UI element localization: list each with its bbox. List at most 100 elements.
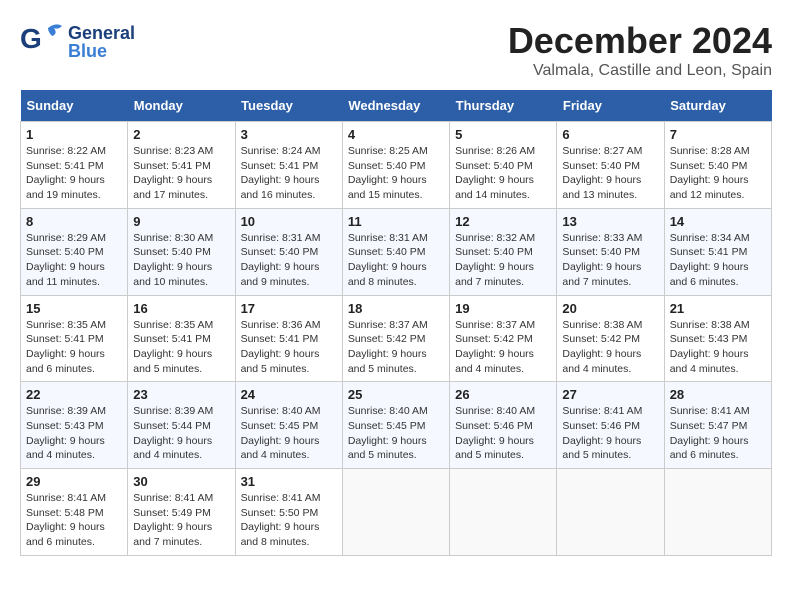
day-number: 1 [26, 127, 122, 142]
day-number: 19 [455, 301, 551, 316]
table-row: 9 Sunrise: 8:30 AM Sunset: 5:40 PM Dayli… [128, 208, 235, 295]
sunset-text: Sunset: 5:42 PM [562, 333, 640, 345]
day-number: 24 [241, 387, 337, 402]
sunrise-text: Sunrise: 8:32 AM [455, 232, 535, 244]
daylight-text: Daylight: 9 hours and 11 minutes. [26, 261, 105, 288]
day-number: 26 [455, 387, 551, 402]
daylight-text: Daylight: 9 hours and 4 minutes. [241, 435, 320, 462]
table-row: 11 Sunrise: 8:31 AM Sunset: 5:40 PM Dayl… [342, 208, 449, 295]
day-number: 14 [670, 214, 766, 229]
sunrise-text: Sunrise: 8:31 AM [348, 232, 428, 244]
sunrise-text: Sunrise: 8:28 AM [670, 145, 750, 157]
sunset-text: Sunset: 5:40 PM [455, 246, 533, 258]
sunset-text: Sunset: 5:42 PM [348, 333, 426, 345]
calendar-week-row: 22 Sunrise: 8:39 AM Sunset: 5:43 PM Dayl… [21, 382, 772, 469]
daylight-text: Daylight: 9 hours and 17 minutes. [133, 174, 212, 201]
table-row: 25 Sunrise: 8:40 AM Sunset: 5:45 PM Dayl… [342, 382, 449, 469]
sunset-text: Sunset: 5:44 PM [133, 420, 211, 432]
day-info: Sunrise: 8:31 AM Sunset: 5:40 PM Dayligh… [241, 231, 337, 290]
sunset-text: Sunset: 5:49 PM [133, 507, 211, 519]
day-number: 25 [348, 387, 444, 402]
day-number: 17 [241, 301, 337, 316]
header-friday: Friday [557, 90, 664, 122]
sunrise-text: Sunrise: 8:40 AM [241, 405, 321, 417]
table-row: 15 Sunrise: 8:35 AM Sunset: 5:41 PM Dayl… [21, 295, 128, 382]
calendar-week-row: 1 Sunrise: 8:22 AM Sunset: 5:41 PM Dayli… [21, 122, 772, 209]
day-info: Sunrise: 8:41 AM Sunset: 5:46 PM Dayligh… [562, 404, 658, 463]
daylight-text: Daylight: 9 hours and 6 minutes. [670, 435, 749, 462]
sunrise-text: Sunrise: 8:39 AM [26, 405, 106, 417]
day-info: Sunrise: 8:38 AM Sunset: 5:43 PM Dayligh… [670, 318, 766, 377]
table-row: 29 Sunrise: 8:41 AM Sunset: 5:48 PM Dayl… [21, 469, 128, 556]
sunset-text: Sunset: 5:41 PM [133, 333, 211, 345]
day-number: 21 [670, 301, 766, 316]
sunset-text: Sunset: 5:41 PM [241, 160, 319, 172]
sunset-text: Sunset: 5:43 PM [670, 333, 748, 345]
table-row: 21 Sunrise: 8:38 AM Sunset: 5:43 PM Dayl… [664, 295, 771, 382]
title-area: December 2024 Valmala, Castille and Leon… [508, 20, 772, 80]
sunset-text: Sunset: 5:40 PM [562, 246, 640, 258]
sunset-text: Sunset: 5:41 PM [241, 333, 319, 345]
day-number: 23 [133, 387, 229, 402]
day-info: Sunrise: 8:39 AM Sunset: 5:44 PM Dayligh… [133, 404, 229, 463]
sunrise-text: Sunrise: 8:26 AM [455, 145, 535, 157]
day-info: Sunrise: 8:29 AM Sunset: 5:40 PM Dayligh… [26, 231, 122, 290]
sunset-text: Sunset: 5:41 PM [26, 160, 104, 172]
sunrise-text: Sunrise: 8:22 AM [26, 145, 106, 157]
sunrise-text: Sunrise: 8:23 AM [133, 145, 213, 157]
day-info: Sunrise: 8:37 AM Sunset: 5:42 PM Dayligh… [348, 318, 444, 377]
daylight-text: Daylight: 9 hours and 4 minutes. [670, 348, 749, 375]
day-number: 30 [133, 474, 229, 489]
sunset-text: Sunset: 5:41 PM [133, 160, 211, 172]
day-info: Sunrise: 8:23 AM Sunset: 5:41 PM Dayligh… [133, 144, 229, 203]
day-info: Sunrise: 8:35 AM Sunset: 5:41 PM Dayligh… [26, 318, 122, 377]
daylight-text: Daylight: 9 hours and 4 minutes. [26, 435, 105, 462]
table-row: 16 Sunrise: 8:35 AM Sunset: 5:41 PM Dayl… [128, 295, 235, 382]
sunset-text: Sunset: 5:47 PM [670, 420, 748, 432]
daylight-text: Daylight: 9 hours and 5 minutes. [133, 348, 212, 375]
sunset-text: Sunset: 5:41 PM [26, 333, 104, 345]
day-number: 28 [670, 387, 766, 402]
daylight-text: Daylight: 9 hours and 19 minutes. [26, 174, 105, 201]
day-info: Sunrise: 8:32 AM Sunset: 5:40 PM Dayligh… [455, 231, 551, 290]
table-row: 8 Sunrise: 8:29 AM Sunset: 5:40 PM Dayli… [21, 208, 128, 295]
table-row: 27 Sunrise: 8:41 AM Sunset: 5:46 PM Dayl… [557, 382, 664, 469]
daylight-text: Daylight: 9 hours and 7 minutes. [455, 261, 534, 288]
daylight-text: Daylight: 9 hours and 16 minutes. [241, 174, 320, 201]
day-number: 20 [562, 301, 658, 316]
table-row: 6 Sunrise: 8:27 AM Sunset: 5:40 PM Dayli… [557, 122, 664, 209]
table-row: 26 Sunrise: 8:40 AM Sunset: 5:46 PM Dayl… [450, 382, 557, 469]
daylight-text: Daylight: 9 hours and 6 minutes. [670, 261, 749, 288]
sunset-text: Sunset: 5:40 PM [455, 160, 533, 172]
sunset-text: Sunset: 5:45 PM [348, 420, 426, 432]
day-number: 4 [348, 127, 444, 142]
day-info: Sunrise: 8:41 AM Sunset: 5:50 PM Dayligh… [241, 491, 337, 550]
logo-bird-icon: G [20, 20, 64, 64]
sunset-text: Sunset: 5:50 PM [241, 507, 319, 519]
table-row [342, 469, 449, 556]
calendar-week-row: 15 Sunrise: 8:35 AM Sunset: 5:41 PM Dayl… [21, 295, 772, 382]
sunrise-text: Sunrise: 8:35 AM [26, 319, 106, 331]
daylight-text: Daylight: 9 hours and 5 minutes. [562, 435, 641, 462]
table-row: 31 Sunrise: 8:41 AM Sunset: 5:50 PM Dayl… [235, 469, 342, 556]
sunrise-text: Sunrise: 8:37 AM [455, 319, 535, 331]
sunset-text: Sunset: 5:42 PM [455, 333, 533, 345]
sunrise-text: Sunrise: 8:36 AM [241, 319, 321, 331]
daylight-text: Daylight: 9 hours and 5 minutes. [455, 435, 534, 462]
calendar-week-row: 8 Sunrise: 8:29 AM Sunset: 5:40 PM Dayli… [21, 208, 772, 295]
daylight-text: Daylight: 9 hours and 5 minutes. [348, 348, 427, 375]
daylight-text: Daylight: 9 hours and 8 minutes. [348, 261, 427, 288]
table-row [664, 469, 771, 556]
day-info: Sunrise: 8:33 AM Sunset: 5:40 PM Dayligh… [562, 231, 658, 290]
table-row: 30 Sunrise: 8:41 AM Sunset: 5:49 PM Dayl… [128, 469, 235, 556]
day-number: 13 [562, 214, 658, 229]
day-number: 11 [348, 214, 444, 229]
day-number: 10 [241, 214, 337, 229]
daylight-text: Daylight: 9 hours and 14 minutes. [455, 174, 534, 201]
sunset-text: Sunset: 5:40 PM [670, 160, 748, 172]
table-row: 7 Sunrise: 8:28 AM Sunset: 5:40 PM Dayli… [664, 122, 771, 209]
table-row: 13 Sunrise: 8:33 AM Sunset: 5:40 PM Dayl… [557, 208, 664, 295]
svg-text:G: G [20, 23, 42, 54]
day-number: 18 [348, 301, 444, 316]
header-wednesday: Wednesday [342, 90, 449, 122]
